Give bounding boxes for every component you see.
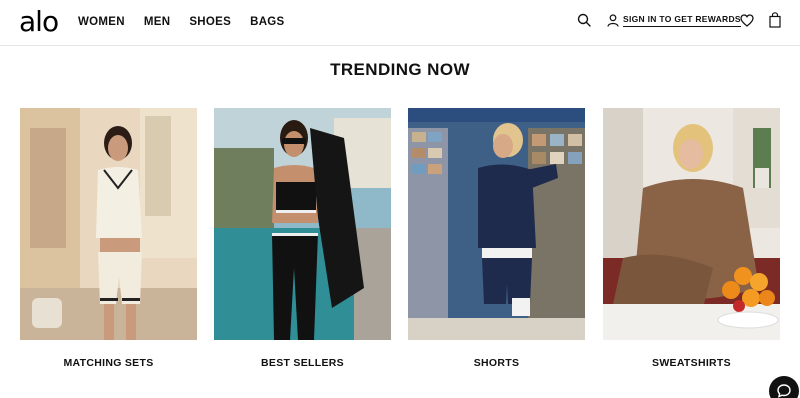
nav-bags[interactable]: BAGS	[250, 16, 284, 28]
category-photo[interactable]	[20, 108, 197, 340]
category-photo[interactable]	[214, 108, 391, 340]
nav-shoes[interactable]: SHOES	[189, 16, 231, 28]
category-label[interactable]: BEST SELLERS	[214, 357, 391, 369]
bag-icon[interactable]	[769, 12, 781, 28]
main-nav: WOMEN MEN SHOES BAGS	[78, 16, 285, 28]
category-label[interactable]: SWEATSHIRTS	[603, 357, 780, 369]
sign-in-rewards[interactable]: SIGN IN TO GET REWARDS	[607, 14, 741, 27]
category-label[interactable]: MATCHING SETS	[20, 357, 197, 369]
sign-in-link[interactable]: SIGN IN TO GET REWARDS	[623, 14, 741, 27]
chat-icon	[777, 384, 791, 398]
category-photo[interactable]	[408, 108, 585, 340]
site-header: alo WOMEN MEN SHOES BAGS SIGN IN TO GET …	[0, 0, 800, 46]
section-title: TRENDING NOW	[330, 60, 470, 79]
user-icon	[607, 14, 619, 27]
category-label[interactable]: SHORTS	[408, 357, 585, 369]
search-icon[interactable]	[577, 13, 591, 27]
nav-men[interactable]: MEN	[144, 16, 170, 28]
heart-icon[interactable]	[740, 14, 754, 27]
category-card-matching-sets[interactable]: MATCHING SETS	[20, 108, 197, 369]
category-card-best-sellers[interactable]: BEST SELLERS	[214, 108, 391, 369]
alo-logo[interactable]: alo	[19, 5, 59, 38]
nav-women[interactable]: WOMEN	[78, 16, 125, 28]
category-photo[interactable]	[603, 108, 780, 340]
category-card-shorts[interactable]: SHORTS	[408, 108, 585, 369]
chat-button[interactable]	[769, 376, 799, 398]
category-card-sweatshirts[interactable]: SWEATSHIRTS	[603, 108, 780, 369]
